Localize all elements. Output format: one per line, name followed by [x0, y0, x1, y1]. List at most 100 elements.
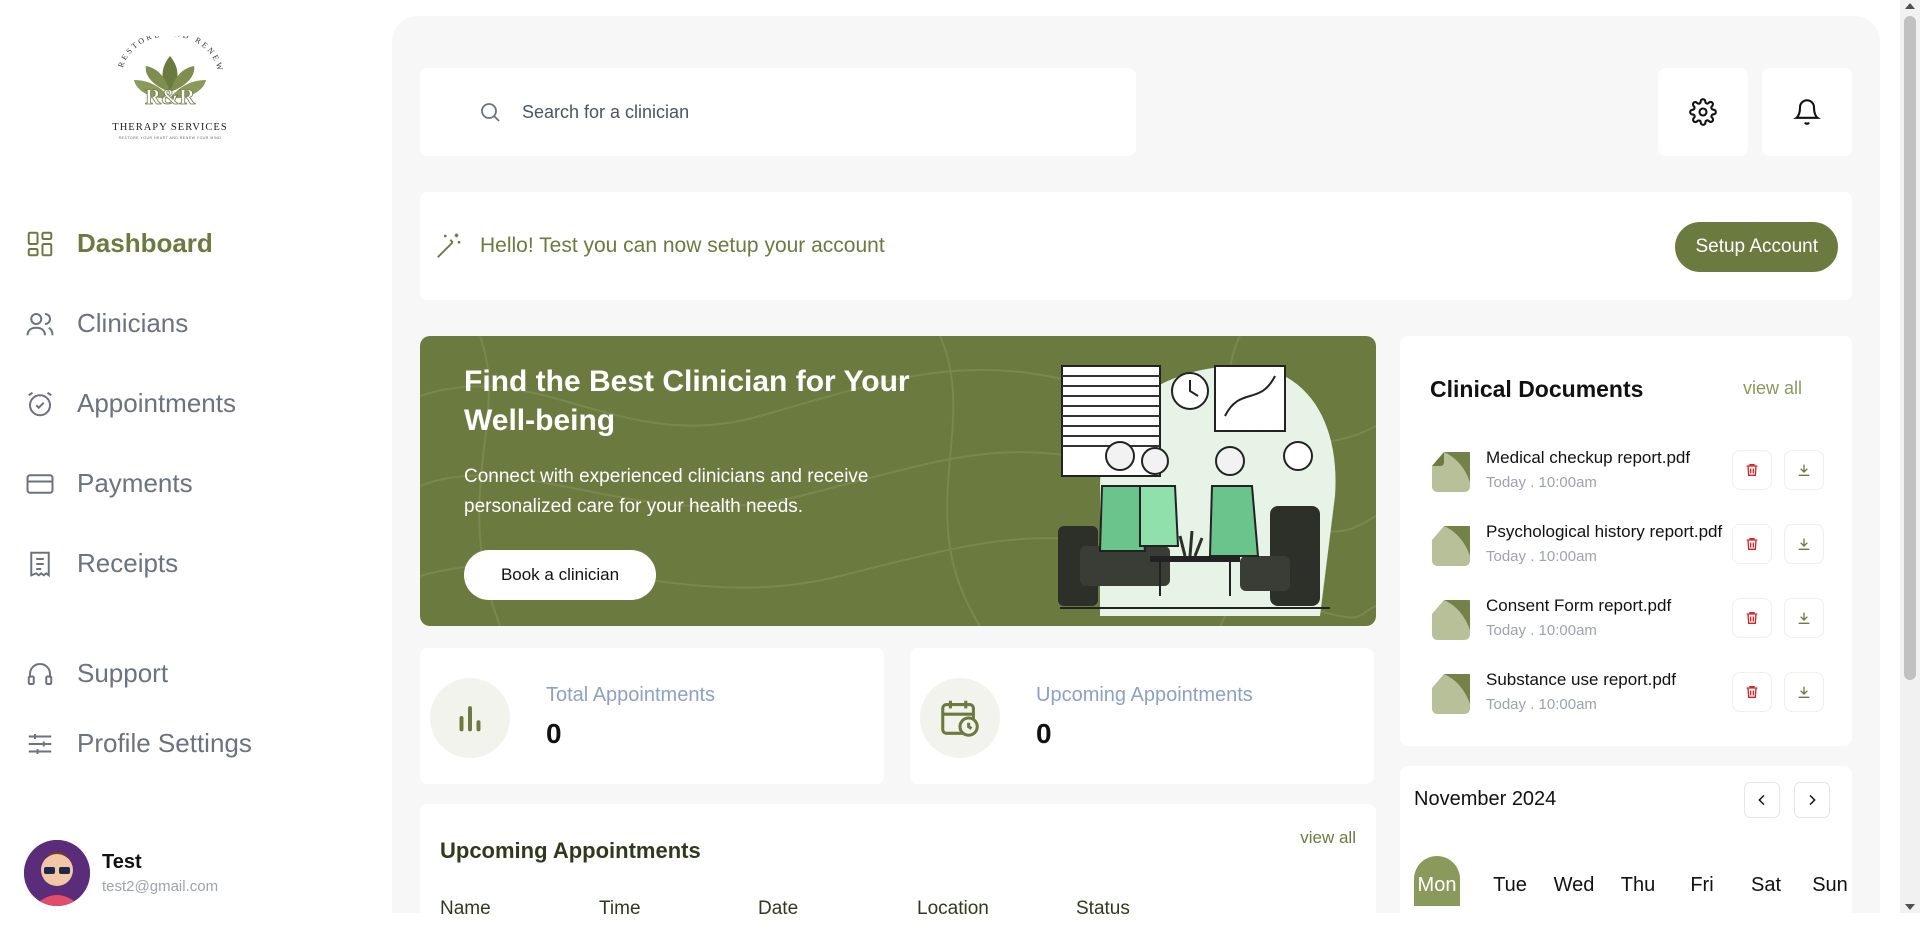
brand-logo[interactable]: RESTORE AND RENEW R&R THERAPY SERVICES R…	[100, 29, 240, 146]
download-document-button[interactable]	[1784, 672, 1824, 712]
setup-account-button[interactable]: Setup Account	[1675, 222, 1838, 272]
trash-icon	[1746, 464, 1758, 476]
stat-icon-circle	[430, 678, 510, 758]
hero-title: Find the Best Clinician for Your Well-be…	[464, 365, 910, 437]
bell-icon	[1793, 99, 1821, 125]
page-scrollbar[interactable]	[1900, 0, 1920, 913]
delete-document-button[interactable]	[1732, 524, 1772, 564]
delete-document-button[interactable]	[1732, 672, 1772, 712]
document-row[interactable]: Medical checkup report.pdf Today . 10:00…	[1432, 444, 1832, 500]
scroll-up-arrow[interactable]	[1905, 3, 1915, 9]
clinical-documents-card: Clinical Documents view all Medical chec…	[1400, 336, 1852, 746]
search-bar[interactable]	[420, 68, 1136, 156]
sidebar-item-clinicians[interactable]: Clinicians	[25, 308, 188, 339]
calendar-day-mon[interactable]: Mon	[1414, 856, 1460, 906]
calendar-next-button[interactable]	[1794, 782, 1830, 818]
hero-banner: Find the Best Clinician for Your Well-be…	[420, 336, 1376, 626]
hero-text: Connect with experienced clinicians and …	[464, 466, 869, 517]
column-header-location[interactable]: Location	[917, 898, 1076, 920]
user-profile[interactable]: Test test2@gmail.com	[24, 840, 218, 906]
sidebar: RESTORE AND RENEW R&R THERAPY SERVICES R…	[0, 0, 390, 913]
column-header-date[interactable]: Date	[758, 898, 917, 920]
sidebar-item-dashboard[interactable]: Dashboard	[25, 228, 213, 259]
sidebar-item-profile-settings[interactable]: Profile Settings	[25, 728, 252, 759]
credit-card-icon	[26, 473, 54, 494]
therapy-session-illustration	[1058, 365, 1336, 616]
document-name: Substance use report.pdf	[1486, 670, 1676, 689]
documents-view-all-link[interactable]: view all	[1743, 378, 1802, 399]
calendar-prev-button[interactable]	[1744, 782, 1780, 818]
calendar-weekdays: Mon Tue Wed Thu Fri Sat Sun	[1414, 856, 1862, 906]
scroll-thumb[interactable]	[1904, 16, 1916, 680]
setup-banner: Hello! Test you can now setup your accou…	[420, 192, 1852, 300]
column-header-time[interactable]: Time	[599, 898, 758, 920]
settings-button[interactable]	[1658, 68, 1748, 156]
download-icon	[1798, 538, 1810, 550]
sliders-icon	[28, 733, 52, 754]
logo-mark: RESTORE AND RENEW R&R THERAPY SERVICES R…	[112, 29, 227, 140]
stat-upcoming-appointments: Upcoming Appointments 0	[910, 648, 1374, 784]
sidebar-item-receipts[interactable]: Receipts	[25, 548, 178, 579]
file-icon	[1432, 674, 1470, 714]
headset-icon	[27, 662, 53, 685]
column-header-name[interactable]: Name	[440, 898, 599, 920]
trash-icon	[1746, 538, 1758, 550]
documents-title: Clinical Documents	[1430, 376, 1644, 402]
document-name: Psychological history report.pdf	[1486, 522, 1723, 541]
sidebar-item-label: Clinicians	[77, 308, 189, 338]
document-row[interactable]: Psychological history report.pdf Today .…	[1432, 518, 1832, 574]
calendar-day-wed[interactable]: Wed	[1542, 856, 1606, 906]
upcoming-view-all-link[interactable]: view all	[1300, 828, 1356, 848]
trash-icon	[1746, 686, 1758, 698]
sidebar-item-label: Support	[77, 658, 169, 688]
stat-total-appointments: Total Appointments 0	[420, 648, 884, 784]
sidebar-item-label: Receipts	[77, 548, 179, 578]
gear-icon	[1689, 98, 1717, 126]
logo-tagline: RESTORE YOUR HEART AND RENEW YOUR MIND	[119, 136, 222, 140]
calendar-day-thu[interactable]: Thu	[1606, 856, 1670, 906]
receipt-icon	[30, 551, 50, 577]
chevron-right-icon	[1809, 794, 1816, 806]
column-header-status[interactable]: Status	[1076, 898, 1235, 920]
download-document-button[interactable]	[1784, 450, 1824, 490]
stat-value: 0	[1036, 718, 1052, 749]
upcoming-title: Upcoming Appointments	[440, 838, 701, 863]
download-icon	[1798, 612, 1810, 624]
calendar-day-tue[interactable]: Tue	[1478, 856, 1542, 906]
stat-label: Upcoming Appointments	[1036, 684, 1253, 706]
stat-label: Total Appointments	[546, 684, 715, 706]
notifications-button[interactable]	[1762, 68, 1852, 156]
sidebar-item-support[interactable]: Support	[25, 658, 168, 689]
search-icon	[481, 103, 500, 122]
sidebar-item-label: Dashboard	[77, 228, 213, 258]
document-time: Today . 10:00am	[1486, 548, 1597, 565]
upcoming-appointments-card: Upcoming Appointments view all Name Time…	[420, 804, 1376, 944]
user-email: test2@gmail.com	[102, 878, 219, 895]
table-header-row: Name Time Date Location Status	[440, 898, 1235, 920]
calendar-day-sun[interactable]: Sun	[1798, 856, 1862, 906]
sidebar-item-appointments[interactable]: Appointments	[25, 388, 236, 419]
document-name: Consent Form report.pdf	[1486, 596, 1672, 615]
stat-value: 0	[546, 718, 562, 749]
search-input[interactable]	[522, 101, 1082, 123]
download-document-button[interactable]	[1784, 598, 1824, 638]
download-document-button[interactable]	[1784, 524, 1824, 564]
sidebar-item-label: Profile Settings	[77, 728, 252, 758]
delete-document-button[interactable]	[1732, 450, 1772, 490]
scroll-down-arrow[interactable]	[1905, 904, 1915, 910]
book-clinician-button[interactable]: Book a clinician	[464, 550, 656, 600]
document-row[interactable]: Substance use report.pdf Today . 10:00am	[1432, 666, 1832, 722]
download-icon	[1798, 464, 1810, 476]
document-row[interactable]: Consent Form report.pdf Today . 10:00am	[1432, 592, 1832, 648]
avatar	[24, 840, 90, 906]
document-time: Today . 10:00am	[1486, 696, 1597, 713]
sidebar-item-label: Payments	[77, 468, 193, 498]
logo-name: THERAPY SERVICES	[112, 122, 227, 133]
calendar-day-fri[interactable]: Fri	[1670, 856, 1734, 906]
sidebar-item-payments[interactable]: Payments	[25, 468, 193, 499]
alarm-clock-icon	[28, 391, 52, 416]
calendar-day-sat[interactable]: Sat	[1734, 856, 1798, 906]
calendar-month: November 2024	[1414, 788, 1557, 810]
file-icon	[1432, 526, 1470, 566]
delete-document-button[interactable]	[1732, 598, 1772, 638]
